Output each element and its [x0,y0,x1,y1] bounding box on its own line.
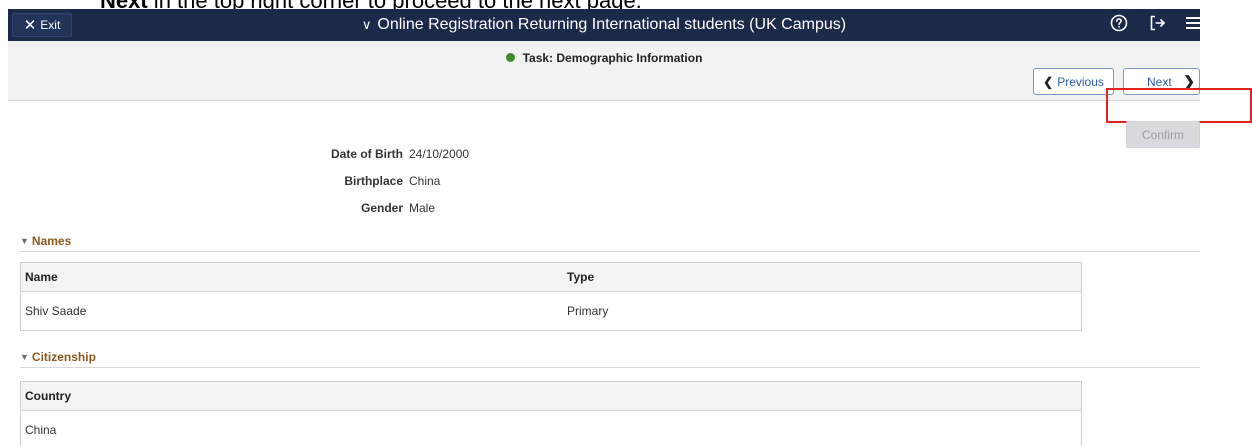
citizenship-section-title: Citizenship [31,350,96,364]
top-bar-actions [1110,9,1200,41]
field-date-of-birth: Date of Birth 24/10/2000 [0,147,1252,163]
names-section-title: Names [31,234,72,248]
cell-name: Shiv Saade [25,304,87,318]
next-label: Next [1147,74,1172,89]
collapse-triangle-icon: ▼ [20,236,29,246]
chevron-left-icon: ❮ [1043,74,1054,89]
citizenship-grid-header: Country [21,382,1081,411]
chevron-down-icon[interactable]: ∨ [362,17,372,33]
help-icon[interactable] [1110,14,1128,37]
cell-type: Primary [567,304,609,318]
previous-button[interactable]: ❮ Previous [1033,68,1114,95]
exit-button[interactable]: ✕ Exit [12,13,72,37]
top-bar: ✕ Exit ∨ Online Registration Returning I… [8,9,1200,41]
column-header-type: Type [567,270,595,284]
page-title-wrap: ∨ Online Registration Returning Internat… [8,9,1200,41]
previous-label: Previous [1057,74,1104,89]
column-header-name: Name [25,270,58,284]
field-value: China [409,174,441,188]
field-value: Male [409,201,436,215]
task-status-dot [505,53,515,62]
table-row: Shiv Saade Primary [21,292,1081,330]
citizenship-grid: Country China [20,381,1082,446]
menu-icon[interactable] [1186,15,1200,36]
task-bar: Task: Demographic Information ❮ Previous… [8,41,1200,101]
exit-label: Exit [40,18,61,32]
table-row: China [21,411,1081,446]
close-icon: ✕ [23,16,37,34]
field-label: Birthplace [344,174,403,188]
names-grid: Name Type Shiv Saade Primary [20,262,1082,331]
sign-out-icon[interactable] [1148,14,1166,37]
names-grid-header: Name Type [21,263,1081,292]
chevron-right-icon: ❯ [1183,73,1195,89]
next-button[interactable]: Next ❯ [1123,68,1200,95]
page-title: Online Registration Returning Internatio… [377,16,847,33]
citizenship-section-header[interactable]: ▼ Citizenship [20,350,1200,368]
cell-country: China [25,423,57,437]
task-title: Task: Demographic Information [8,51,1200,65]
field-label: Date of Birth [331,147,403,161]
field-birthplace: Birthplace China [0,174,1252,190]
column-header-country: Country [25,389,71,403]
field-label: Gender [360,201,403,215]
confirm-button[interactable]: Confirm [1126,121,1200,148]
field-gender: Gender Male [0,201,1252,217]
names-section-header[interactable]: ▼ Names [20,234,1200,252]
task-label: Task: Demographic Information [522,51,703,65]
collapse-triangle-icon: ▼ [20,352,29,362]
field-value: 24/10/2000 [409,147,470,161]
